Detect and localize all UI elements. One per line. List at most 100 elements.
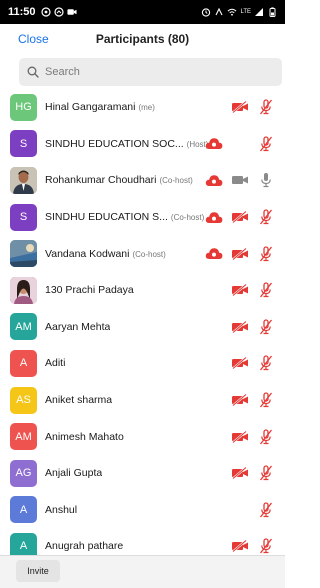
participant-status-icons bbox=[231, 382, 275, 419]
participant-status-icons bbox=[231, 418, 275, 455]
video-off-icon[interactable] bbox=[231, 465, 249, 481]
video-off-icon[interactable] bbox=[231, 282, 249, 298]
participant-name: Anugrah pathare bbox=[45, 540, 124, 553]
mic-muted-icon[interactable] bbox=[257, 282, 275, 298]
participant-name: Vandana Kodwani bbox=[45, 247, 130, 260]
participant-row[interactable]: AM Aaryan Mehta bbox=[0, 309, 285, 346]
avatar: S bbox=[10, 130, 37, 158]
participant-row[interactable]: A Aditi bbox=[0, 345, 285, 382]
alarm-icon bbox=[201, 7, 211, 17]
participant-role: (Co-host) bbox=[159, 176, 193, 186]
video-on-icon[interactable] bbox=[231, 172, 249, 188]
signal-icon bbox=[254, 7, 264, 17]
participant-name: Aditi bbox=[45, 357, 66, 370]
mic-muted-icon[interactable] bbox=[257, 209, 275, 225]
participant-row[interactable]: Vandana Kodwani (Co-host) bbox=[0, 235, 285, 272]
participant-name: Aniket sharma bbox=[45, 394, 113, 407]
participant-name: Aaryan Mehta bbox=[45, 320, 111, 333]
participant-name: Anshul bbox=[45, 503, 78, 516]
avatar: S bbox=[10, 203, 37, 231]
participant-status-icons bbox=[205, 162, 275, 199]
participant-role: (Co-host) bbox=[170, 213, 205, 223]
close-button[interactable]: Close bbox=[18, 32, 49, 46]
avatar: AG bbox=[10, 459, 37, 487]
search-input[interactable] bbox=[45, 66, 245, 78]
video-off-icon[interactable] bbox=[231, 355, 249, 371]
video-off-icon[interactable] bbox=[231, 429, 249, 445]
participant-row[interactable]: S SINDHU EDUCATION S... (Co-host) bbox=[0, 199, 285, 236]
participant-status-icons bbox=[231, 272, 275, 309]
participant-row[interactable]: AS Aniket sharma bbox=[0, 382, 285, 419]
participant-name: SINDHU EDUCATION SOC... bbox=[45, 137, 184, 150]
participant-name: Animesh Mahato bbox=[45, 430, 124, 443]
bottom-bar: Invite bbox=[0, 555, 285, 588]
participant-status-icons bbox=[231, 528, 275, 555]
avatar: AM bbox=[10, 423, 37, 451]
participant-status-icons bbox=[231, 89, 275, 126]
participant-name: Rohankumar Choudhari bbox=[45, 174, 157, 187]
mic-on-icon[interactable] bbox=[257, 172, 275, 188]
volte-icon bbox=[214, 7, 224, 17]
mic-muted-icon[interactable] bbox=[257, 246, 275, 262]
cloud-recording-icon bbox=[205, 209, 223, 225]
participant-status-icons bbox=[231, 455, 275, 492]
invite-button[interactable]: Invite bbox=[16, 560, 60, 582]
mic-muted-icon[interactable] bbox=[257, 319, 275, 335]
participant-list: HG Hinal Gangaramani (me) S SINDHU EDUCATION… bbox=[0, 89, 285, 555]
video-off-icon[interactable] bbox=[231, 392, 249, 408]
header: Close Participants (80) bbox=[0, 24, 285, 54]
participant-row[interactable]: Rohankumar Choudhari (Co-host) bbox=[0, 162, 285, 199]
avatar: A bbox=[10, 532, 37, 555]
participant-row[interactable]: 130 Prachi Padaya bbox=[0, 272, 285, 309]
participant-name: Anjali Gupta bbox=[45, 467, 103, 480]
participant-row[interactable]: A Anshul bbox=[0, 492, 285, 529]
empty-icon-slot bbox=[231, 136, 249, 152]
participant-status-icons bbox=[205, 126, 275, 163]
cloud-recording-icon bbox=[205, 246, 223, 262]
participant-row[interactable]: HG Hinal Gangaramani (me) bbox=[0, 89, 285, 126]
mic-muted-icon[interactable] bbox=[257, 428, 275, 445]
participant-role: (Co-host) bbox=[132, 249, 166, 259]
empty-icon-slot bbox=[231, 502, 249, 518]
participant-name: 130 Prachi Padaya bbox=[45, 284, 134, 297]
participant-status-icons bbox=[231, 492, 275, 529]
mic-muted-icon[interactable] bbox=[257, 502, 275, 518]
participant-row[interactable]: AM Animesh Mahato bbox=[0, 418, 285, 455]
cloud-recording-icon bbox=[205, 172, 223, 188]
video-off-icon[interactable] bbox=[231, 246, 249, 262]
status-time: 11:50 bbox=[8, 6, 36, 18]
mic-muted-icon[interactable] bbox=[257, 136, 275, 152]
cloud-recording-icon bbox=[205, 136, 223, 152]
search-bar bbox=[19, 58, 282, 86]
network-type: LTE bbox=[240, 9, 251, 15]
participant-name: SINDHU EDUCATION S... bbox=[45, 211, 168, 224]
avatar: HG bbox=[10, 93, 37, 121]
participant-status-icons bbox=[205, 199, 275, 236]
video-off-icon[interactable] bbox=[231, 99, 249, 115]
avatar: AS bbox=[10, 386, 37, 414]
video-off-icon[interactable] bbox=[231, 209, 249, 225]
page-title: Participants (80) bbox=[95, 32, 190, 46]
search-box[interactable] bbox=[19, 58, 282, 86]
mic-muted-icon[interactable] bbox=[257, 99, 275, 115]
wifi-icon bbox=[227, 7, 237, 17]
participant-row[interactable]: AG Anjali Gupta bbox=[0, 455, 285, 492]
video-call-icon bbox=[66, 7, 77, 17]
battery-icon bbox=[267, 7, 277, 17]
mic-muted-icon[interactable] bbox=[257, 538, 275, 554]
mic-muted-icon[interactable] bbox=[257, 465, 275, 481]
search-icon bbox=[27, 66, 39, 78]
video-off-icon[interactable] bbox=[231, 319, 249, 335]
participant-name: Hinal Gangaramani bbox=[45, 101, 136, 114]
video-off-icon[interactable] bbox=[231, 538, 249, 554]
avatar: A bbox=[10, 349, 37, 377]
avatar bbox=[10, 240, 37, 268]
status-bar: 11:50 LTE bbox=[0, 0, 285, 24]
participant-role: (me) bbox=[138, 103, 155, 113]
participant-row[interactable]: S SINDHU EDUCATION SOC... (Host) bbox=[0, 126, 285, 163]
participant-row[interactable]: A Anugrah pathare bbox=[0, 528, 285, 555]
mic-muted-icon[interactable] bbox=[257, 355, 275, 371]
avatar: AM bbox=[10, 313, 37, 341]
avatar: A bbox=[10, 496, 37, 524]
mic-muted-icon[interactable] bbox=[257, 392, 275, 408]
